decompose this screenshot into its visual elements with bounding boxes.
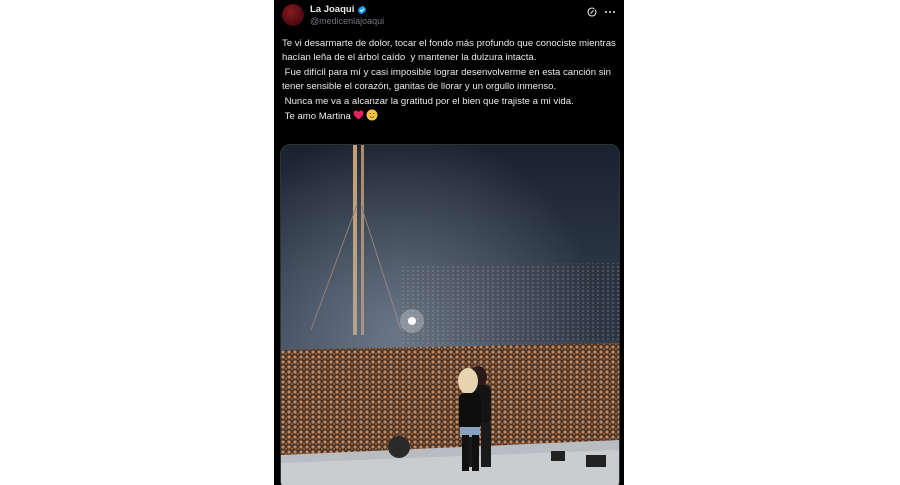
tweet-line: Nunca me va a alcanzar la gratitud por e… [282,95,574,107]
performers [458,366,491,471]
author-name[interactable]: La Joaqui [310,4,354,15]
tweet-media-photo[interactable] [280,144,620,485]
author-handle[interactable]: @medicenlajoaqui [310,16,384,27]
smiling-face-with-tear-icon [366,109,378,121]
verified-badge-icon [358,5,367,14]
tweet-line: Te vi desarmarte de dolor, tocar el fond… [282,38,619,64]
grok-icon[interactable] [586,5,598,17]
tweet-line: Fue difícil para mí y casi imposible log… [282,66,614,93]
tweet-line: Te amo Martina [282,111,351,123]
author-name-row[interactable]: La Joaqui [310,4,367,15]
avatar[interactable] [282,4,304,26]
tweet-card: La Joaqui @medicenlajoaqui Te vi desarma… [274,0,624,485]
red-heart-icon [353,110,364,120]
concert-photo [281,145,619,485]
more-icon[interactable] [604,5,616,17]
header-actions [586,5,616,17]
tweet-text: Te vi desarmarte de dolor, tocar el fond… [282,37,618,124]
tweet-line-last: Te amo Martina [282,109,618,124]
